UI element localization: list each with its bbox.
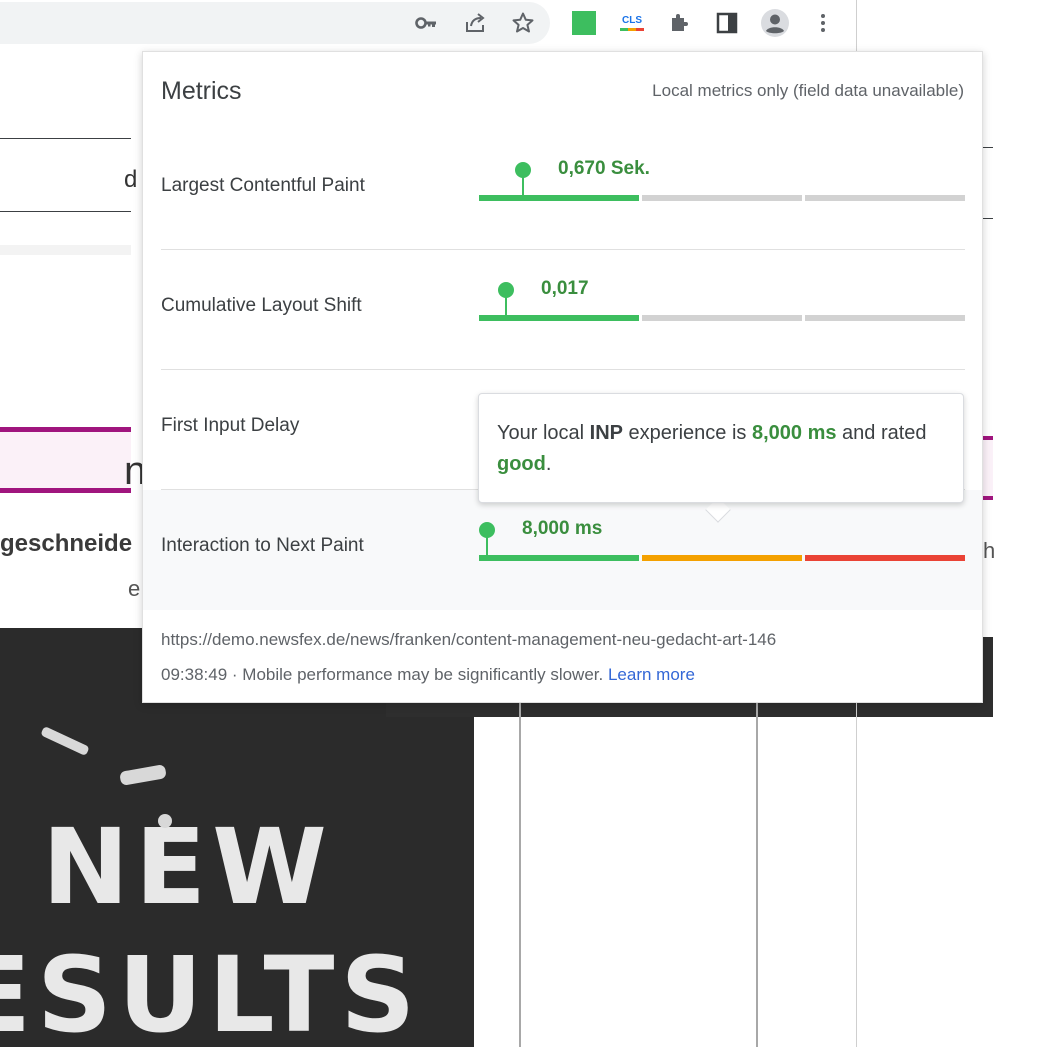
page-url: https://demo.newsfex.de/news/franken/con…	[161, 630, 777, 649]
key-icon[interactable]	[410, 7, 442, 39]
metric-bar: 0,670 Sek.	[479, 158, 965, 201]
metric-value: 8,000 ms	[522, 518, 603, 539]
bg-text: h	[983, 538, 996, 563]
bg-divider	[0, 211, 131, 212]
metric-row-lcp: Largest Contentful Paint 0,670 Sek.	[161, 130, 965, 250]
side-panel-icon[interactable]	[711, 7, 743, 39]
timestamp: 09:38:49	[161, 665, 228, 684]
popup-subtitle: Local metrics only (field data unavailab…	[652, 81, 964, 100]
tooltip-text: experience is	[623, 422, 752, 444]
tooltip-value: 8,000 ms	[751, 422, 837, 444]
bg-text: geschneide	[0, 530, 133, 557]
bg-shadow	[0, 245, 131, 255]
bg-divider	[983, 218, 993, 219]
bg-purple-bar	[983, 496, 993, 500]
bar-segment-poor	[805, 315, 965, 321]
cls-extension-icon[interactable]: CLS	[616, 7, 648, 39]
metric-label: Interaction to Next Paint	[161, 535, 364, 556]
browser-toolbar: CLS	[0, 0, 858, 46]
bar-segment-good	[479, 315, 639, 321]
bar-marker-stem	[522, 175, 524, 201]
learn-more-link[interactable]: Learn more	[608, 665, 695, 684]
chalk-mark	[119, 764, 167, 786]
metric-row-cls: Cumulative Layout Shift 0,017	[161, 250, 965, 370]
bg-divider	[983, 147, 993, 148]
tooltip-rating: good	[497, 453, 546, 475]
bg-purple-bar	[0, 488, 131, 493]
popup-footer: https://demo.newsfex.de/news/franken/con…	[143, 610, 982, 702]
metrics-popup: Metrics Local metrics only (field data u…	[142, 51, 983, 703]
bar-segment-poor	[805, 195, 965, 201]
bar-marker	[498, 282, 514, 298]
chalk-text: NEW	[42, 806, 333, 928]
bg-divider	[0, 138, 131, 139]
metric-value: 0,670 Sek.	[558, 158, 650, 179]
star-icon[interactable]	[507, 7, 539, 39]
bar-marker	[479, 522, 495, 538]
share-icon[interactable]	[459, 7, 491, 39]
chalk-text: ESULTS	[0, 934, 422, 1047]
tooltip-metric: INP	[589, 422, 623, 444]
bar-marker	[515, 162, 531, 178]
bar-marker-stem	[486, 535, 488, 561]
bg-text: e	[128, 576, 141, 601]
bar-segment-needs-improvement	[642, 315, 802, 321]
metric-label: Largest Contentful Paint	[161, 175, 365, 196]
chalk-mark	[158, 814, 172, 828]
bg-column-line	[519, 703, 521, 1047]
tooltip-text: and rated	[836, 422, 927, 444]
profile-icon[interactable]	[759, 7, 791, 39]
puzzle-icon[interactable]	[664, 7, 696, 39]
bar-segment-needs-improvement	[642, 195, 802, 201]
bar-marker-stem	[505, 295, 507, 321]
bg-column-line	[756, 703, 758, 1047]
metric-bar: 8,000 ms	[479, 518, 965, 561]
metric-value: 0,017	[541, 278, 589, 299]
bg-pink-fill	[0, 432, 131, 488]
bar-segment-good	[479, 555, 639, 561]
bar-segment-poor	[805, 555, 965, 561]
mobile-note: Mobile performance may be significantly …	[242, 665, 608, 684]
bg-pink-fill	[983, 440, 993, 496]
popup-title: Metrics	[161, 77, 242, 105]
bg-text: d	[124, 166, 138, 193]
separator: ·	[227, 665, 243, 684]
bar-segment-needs-improvement	[642, 555, 802, 561]
metric-label: Cumulative Layout Shift	[161, 295, 362, 316]
metric-bar: 0,017	[479, 278, 965, 321]
footer-meta: 09:38:49 · Mobile performance may be sig…	[161, 665, 695, 685]
cls-badge-text: CLS	[622, 15, 642, 26]
more-vert-icon[interactable]	[807, 7, 839, 39]
inp-tooltip: Your local INP experience is 8,000 ms an…	[478, 393, 964, 503]
metric-row-inp: Interaction to Next Paint 8,000 ms	[143, 490, 982, 610]
bar-segment-good	[479, 195, 639, 201]
tooltip-text: Your local	[497, 422, 590, 444]
green-square-extension-icon[interactable]	[568, 7, 600, 39]
chalk-mark	[40, 725, 90, 757]
tooltip-text: .	[545, 453, 552, 475]
metric-label: First Input Delay	[161, 415, 300, 436]
